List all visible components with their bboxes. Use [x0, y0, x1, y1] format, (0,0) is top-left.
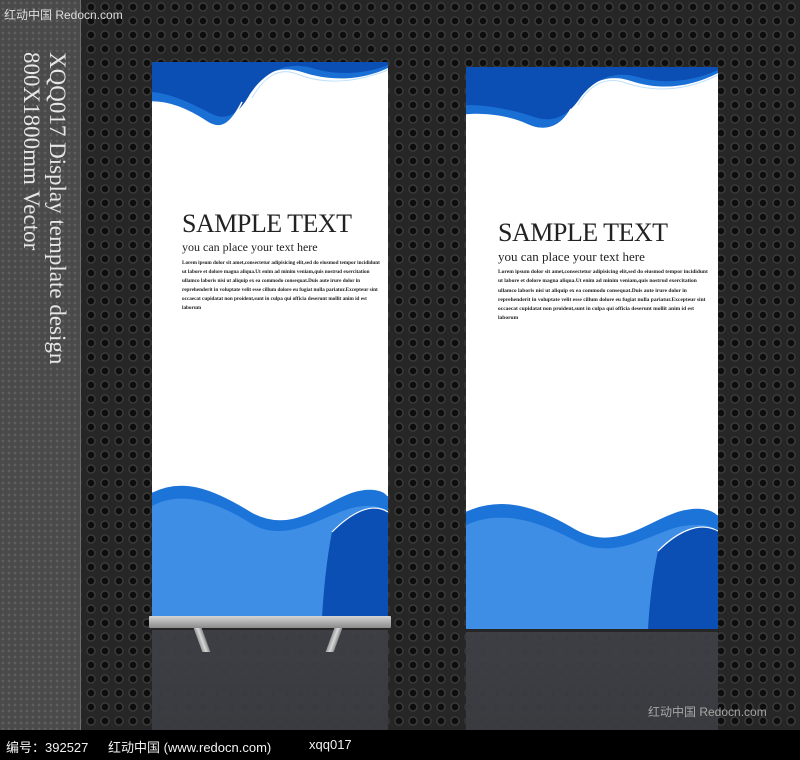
banner-2: SAMPLE TEXT you can place your text here…	[466, 67, 718, 629]
bottom-wave-1	[152, 484, 388, 618]
banner-1-text: SAMPLE TEXT you can place your text here…	[182, 210, 382, 313]
footer-site: 红动中国 (www.redocn.com)	[108, 740, 272, 755]
top-wave-1	[152, 62, 388, 127]
caption-line-1: XQQ017 Display template design	[45, 52, 70, 365]
vertical-caption: XQQ017 Display template design 800X1800m…	[14, 52, 74, 472]
top-wave-2	[466, 67, 718, 130]
banner-1-subtitle: you can place your text here	[182, 240, 318, 254]
watermark-bottom: 红动中国 Redocn.com	[648, 705, 767, 719]
banner-2-body: Lorem ipsum dolor sit amet,consectetur a…	[498, 269, 708, 322]
stand-base	[149, 616, 391, 628]
footer-bar: 编号：392527 红动中国 (www.redocn.com) xqq017	[0, 730, 800, 760]
footer-code: xqq017	[309, 737, 352, 752]
stand-reflection-1	[152, 630, 388, 730]
bottom-wave-2	[466, 502, 718, 629]
banner-2-subtitle: you can place your text here	[498, 249, 645, 264]
banner-1: SAMPLE TEXT you can place your text here…	[152, 62, 388, 618]
banner-1-body: Lorem ipsum dolor sit amet,consectetur a…	[182, 260, 380, 311]
banner-2-text: SAMPLE TEXT you can place your text here…	[498, 219, 712, 324]
side-panel: XQQ017 Display template design 800X1800m…	[0, 0, 81, 730]
banner-2-title: SAMPLE TEXT	[498, 218, 668, 247]
watermark-top: 红动中国 Redocn.com	[4, 8, 123, 22]
banner-1-title: SAMPLE TEXT	[182, 209, 352, 238]
caption-line-2: 800X1800mm Vector	[19, 52, 44, 251]
footer-id: 编号：392527	[6, 740, 89, 755]
